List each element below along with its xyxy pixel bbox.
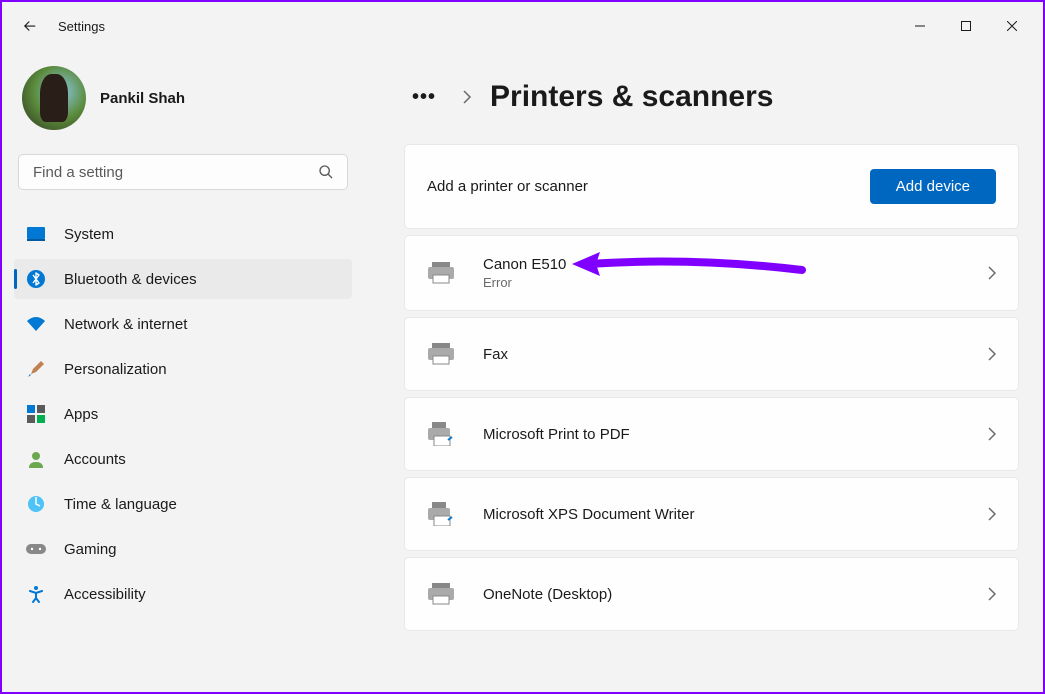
apps-icon: [26, 404, 46, 424]
printer-icon: [427, 580, 455, 608]
sidebar-item-gaming[interactable]: Gaming: [14, 529, 352, 569]
brush-icon: [26, 359, 46, 379]
add-device-button[interactable]: Add device: [870, 169, 996, 204]
device-name: Fax: [483, 346, 508, 363]
gaming-icon: [26, 539, 46, 559]
wifi-icon: [26, 314, 46, 334]
nav-list: System Bluetooth & devices Network & int…: [14, 214, 352, 614]
breadcrumb-ellipsis[interactable]: •••: [404, 82, 444, 113]
sidebar-item-label: Network & internet: [64, 316, 187, 333]
device-status: Error: [483, 275, 566, 290]
sidebar-item-accessibility[interactable]: Accessibility: [14, 574, 352, 614]
search-input[interactable]: [18, 154, 348, 190]
search-icon: [318, 164, 334, 180]
chevron-right-icon: [462, 89, 472, 105]
window-controls: [897, 10, 1035, 42]
device-card-print-to-pdf[interactable]: Microsoft Print to PDF: [404, 397, 1019, 471]
close-button[interactable]: [989, 10, 1035, 42]
add-device-row: Add a printer or scanner Add device: [405, 145, 1018, 228]
device-card-canon-e510[interactable]: Canon E510 Error: [404, 235, 1019, 311]
titlebar: Settings: [2, 2, 1043, 50]
device-name: Microsoft Print to PDF: [483, 426, 630, 443]
device-name: OneNote (Desktop): [483, 586, 612, 603]
device-name: Microsoft XPS Document Writer: [483, 506, 694, 523]
chevron-right-icon: [988, 587, 996, 601]
sidebar-item-label: Apps: [64, 406, 98, 423]
system-icon: [26, 224, 46, 244]
printer-icon: [427, 259, 455, 287]
device-card-onenote[interactable]: OneNote (Desktop): [404, 557, 1019, 631]
chevron-right-icon: [988, 266, 996, 280]
sidebar-item-label: Time & language: [64, 496, 177, 513]
breadcrumb: ••• Printers & scanners: [404, 80, 1019, 114]
app-title: Settings: [58, 19, 105, 34]
sidebar-item-time-language[interactable]: Time & language: [14, 484, 352, 524]
arrow-left-icon: [21, 17, 39, 35]
sidebar: Pankil Shah System Bluetooth & devices N…: [2, 50, 364, 692]
minimize-icon: [915, 21, 925, 31]
add-device-card: Add a printer or scanner Add device: [404, 144, 1019, 229]
page-title: Printers & scanners: [490, 80, 773, 114]
chevron-right-icon: [988, 427, 996, 441]
sidebar-item-bluetooth-devices[interactable]: Bluetooth & devices: [14, 259, 352, 299]
sidebar-item-apps[interactable]: Apps: [14, 394, 352, 434]
sidebar-item-label: Accounts: [64, 451, 126, 468]
printer-icon: [427, 340, 455, 368]
bluetooth-icon: [26, 269, 46, 289]
profile[interactable]: Pankil Shah: [14, 50, 352, 154]
sidebar-item-label: System: [64, 226, 114, 243]
maximize-button[interactable]: [943, 10, 989, 42]
user-name: Pankil Shah: [100, 90, 185, 107]
printer-out-icon: [427, 420, 455, 448]
add-device-label: Add a printer or scanner: [427, 178, 588, 195]
accounts-icon: [26, 449, 46, 469]
main-content: ••• Printers & scanners Add a printer or…: [364, 50, 1043, 692]
clock-globe-icon: [26, 494, 46, 514]
sidebar-item-label: Gaming: [64, 541, 117, 558]
sidebar-item-personalization[interactable]: Personalization: [14, 349, 352, 389]
chevron-right-icon: [988, 507, 996, 521]
close-icon: [1007, 21, 1017, 31]
device-name: Canon E510: [483, 256, 566, 273]
maximize-icon: [961, 21, 971, 31]
chevron-right-icon: [988, 347, 996, 361]
sidebar-item-label: Bluetooth & devices: [64, 271, 197, 288]
back-button[interactable]: [10, 6, 50, 46]
accessibility-icon: [26, 584, 46, 604]
search-box: [18, 154, 348, 190]
device-card-fax[interactable]: Fax: [404, 317, 1019, 391]
sidebar-item-system[interactable]: System: [14, 214, 352, 254]
sidebar-item-label: Accessibility: [64, 586, 146, 603]
sidebar-item-accounts[interactable]: Accounts: [14, 439, 352, 479]
minimize-button[interactable]: [897, 10, 943, 42]
sidebar-item-network[interactable]: Network & internet: [14, 304, 352, 344]
avatar: [22, 66, 86, 130]
printer-out-icon: [427, 500, 455, 528]
device-card-xps-writer[interactable]: Microsoft XPS Document Writer: [404, 477, 1019, 551]
sidebar-item-label: Personalization: [64, 361, 167, 378]
